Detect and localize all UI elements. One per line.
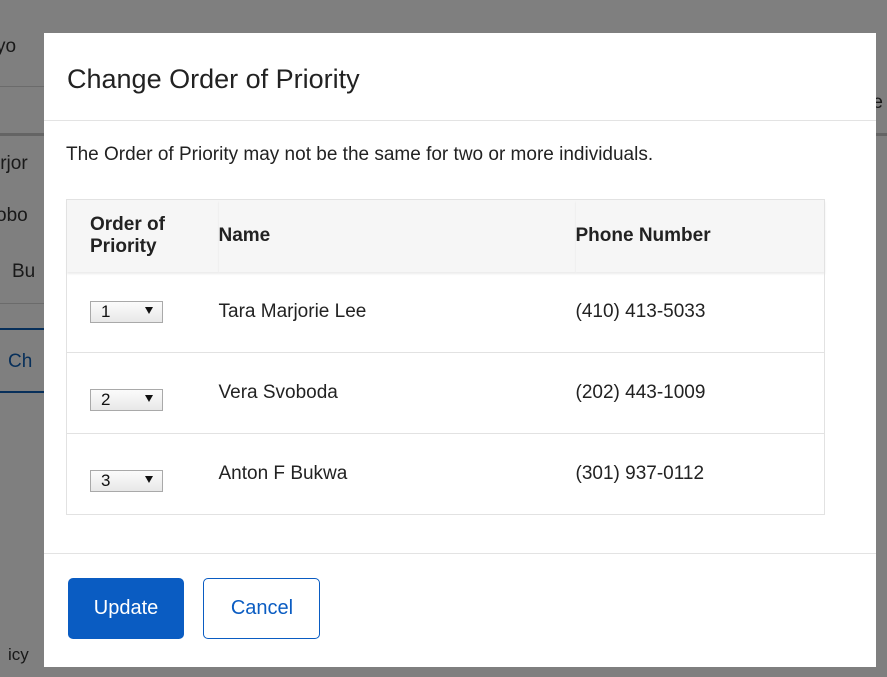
priority-select-3[interactable]: 3 <box>90 470 163 492</box>
cell-order: 1 <box>67 272 219 353</box>
dialog-header: Change Order of Priority <box>44 33 876 121</box>
chevron-down-icon <box>145 476 153 483</box>
cell-phone: (410) 413-5033 <box>575 301 706 322</box>
cell-name: Vera Svoboda <box>218 352 576 434</box>
priority-select-value: 1 <box>101 302 111 321</box>
priority-note: The Order of Priority may not be the sam… <box>66 144 654 165</box>
cell-name: Tara Marjorie Lee <box>218 301 367 322</box>
change-priority-dialog: Change Order of Priority The Order of Pr… <box>44 33 876 667</box>
header-order-of-priority: Order of Priority <box>66 199 219 272</box>
dialog-title: Change Order of Priority <box>67 64 360 94</box>
priority-select-value: 3 <box>101 471 111 490</box>
cancel-button[interactable]: Cancel <box>203 578 321 639</box>
table-row: 1 Tara Marjorie Lee (410) 413-5033 <box>67 272 825 353</box>
cell-name: Anton F Bukwa <box>218 433 576 515</box>
header-order-line1: Order of <box>90 214 165 235</box>
chevron-down-icon <box>145 307 153 314</box>
priority-select-value: 2 <box>101 390 111 409</box>
table-row: 3 Anton F Bukwa (301) 937-0112 <box>66 433 825 515</box>
header-phone-number: Phone Number <box>575 199 825 272</box>
header-name: Name <box>218 199 576 272</box>
header-order-line2: Priority <box>90 236 157 257</box>
dialog-footer: Update Cancel <box>44 553 876 667</box>
dialog-body: The Order of Priority may not be the sam… <box>44 121 876 553</box>
table-row: 2 Vera Svoboda (202) 443-1009 <box>66 352 825 434</box>
table-header-row: Order of Priority Name Phone Number <box>66 199 825 272</box>
cell-order: 3 <box>66 433 219 515</box>
update-button[interactable]: Update <box>68 578 184 639</box>
cell-order: 2 <box>66 352 219 434</box>
cell-phone: (301) 937-0112 <box>575 433 825 515</box>
chevron-down-icon <box>145 395 153 402</box>
cell-phone: (202) 443-1009 <box>575 352 825 434</box>
priority-select-2[interactable]: 2 <box>90 389 163 411</box>
priority-table: Order of Priority Name Phone Number 1 Ta… <box>66 199 825 515</box>
priority-select-1[interactable]: 1 <box>90 301 163 323</box>
